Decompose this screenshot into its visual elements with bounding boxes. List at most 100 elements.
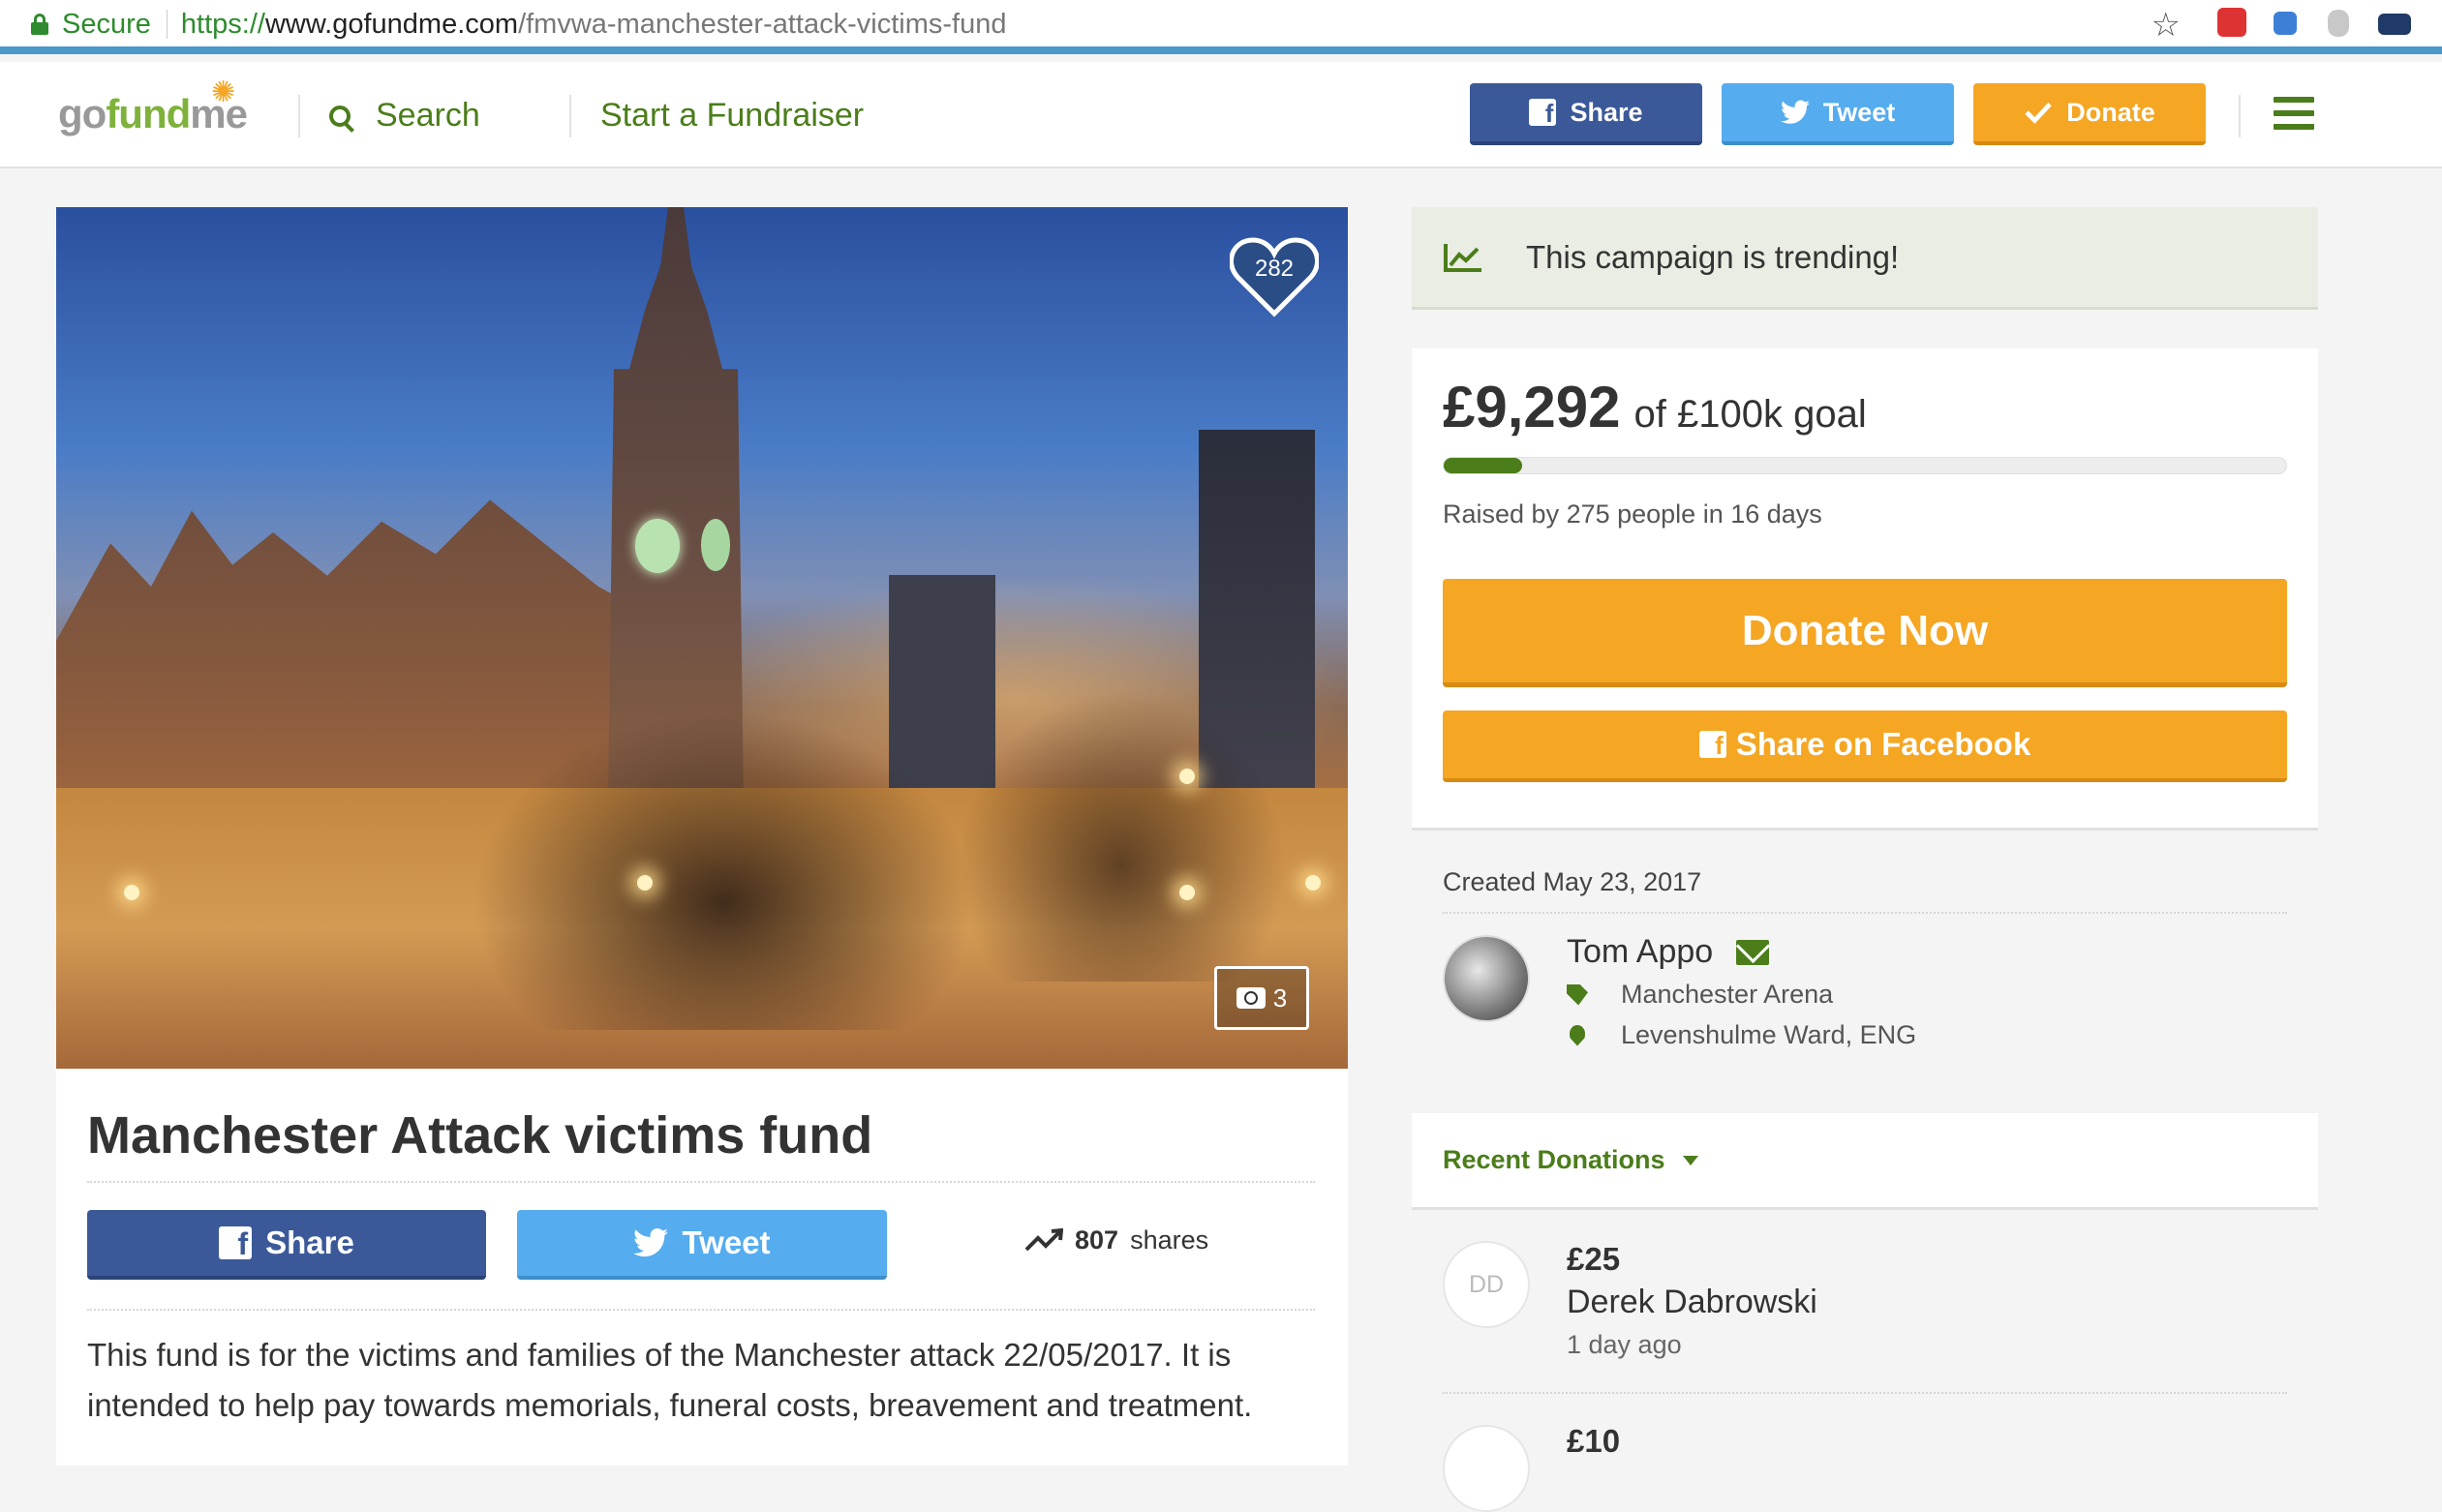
donate-label: Donate	[2066, 97, 2155, 127]
share-on-facebook-button[interactable]: f Share on Facebook	[1443, 711, 2287, 782]
trending-arrow-icon	[1024, 1227, 1063, 1251]
facebook-icon: f	[219, 1226, 253, 1259]
image-clock-face	[635, 519, 680, 573]
donation-amount: £25	[1567, 1241, 1621, 1277]
image-clock-face	[701, 519, 730, 571]
lock-icon	[31, 14, 48, 35]
donate-now-button[interactable]: Donate Now	[1443, 579, 2287, 687]
image-trees	[957, 691, 1286, 982]
secure-label: Secure	[62, 8, 151, 40]
donation-amount: £10	[1567, 1423, 1621, 1459]
progress-fill	[1444, 458, 1522, 473]
heart-count-badge[interactable]: 282	[1228, 236, 1321, 318]
share-facebook-label: Share on Facebook	[1735, 726, 2031, 762]
checkmark-icon	[2025, 102, 2052, 124]
twitter-icon	[633, 1228, 669, 1257]
organizer-location: Levenshulme Ward, ENG	[1621, 1020, 1917, 1049]
organizer-avatar[interactable]	[1443, 935, 1530, 1022]
image-lamp	[124, 885, 139, 900]
image-lamp	[637, 875, 653, 891]
photo-count: 3	[1272, 983, 1288, 1013]
shares-label: shares	[1130, 1225, 1209, 1255]
tweet-label: Tweet	[682, 1225, 771, 1260]
donation-goal-card: £9,292 of £100k goal Raised by 275 peopl…	[1412, 348, 2318, 831]
logo-part: fund	[106, 91, 191, 136]
image-trees	[473, 711, 976, 1030]
url-scheme: https://	[180, 8, 265, 40]
extension-icon[interactable]	[2328, 10, 2349, 37]
twitter-icon	[1780, 100, 1810, 124]
image-lamp	[1179, 769, 1195, 784]
logo-part: go	[58, 91, 107, 136]
extension-icon[interactable]	[2378, 14, 2411, 35]
organizer-category-row: Manchester Arena	[1567, 980, 1833, 1010]
divider	[1443, 912, 2287, 914]
campaign-title: Manchester Attack victims fund	[87, 1106, 873, 1164]
header-tweet-button[interactable]: Tweet	[1722, 83, 1954, 145]
campaign-tweet-button[interactable]: Tweet	[517, 1210, 887, 1280]
camera-icon	[1236, 987, 1266, 1009]
image-lamp	[1305, 875, 1321, 891]
divider	[1443, 1392, 2287, 1394]
donor-avatar: DD	[1443, 1241, 1530, 1328]
header-divider	[569, 95, 571, 137]
image-lamp	[1179, 885, 1195, 900]
goal-text: of £100k goal	[1633, 393, 1867, 436]
organizer-name[interactable]: Tom Appo	[1567, 933, 1713, 971]
search-icon	[329, 105, 351, 127]
tweet-label: Tweet	[1822, 97, 1896, 127]
campaign-card: 282 3 Manchester Attack victims fund f S…	[56, 207, 1348, 1466]
campaign-share-button[interactable]: f Share	[87, 1210, 486, 1280]
shares-number: 807	[1075, 1225, 1119, 1255]
bookmark-star-icon[interactable]: ☆	[2152, 6, 2181, 45]
organizer-category[interactable]: Manchester Arena	[1621, 980, 1833, 1010]
campaign-description: This fund is for the victims and familie…	[87, 1337, 1253, 1423]
raised-amount: £9,292	[1443, 375, 1621, 439]
address-divider	[166, 10, 168, 39]
extension-icon[interactable]	[2274, 12, 2297, 35]
recent-donations-header[interactable]: Recent Donations	[1412, 1113, 2318, 1210]
raised-summary: £9,292 of £100k goal	[1443, 374, 1867, 440]
trending-text: This campaign is trending!	[1526, 238, 1900, 275]
trending-banner: This campaign is trending!	[1412, 207, 2318, 310]
logo-sun-icon: ✺	[211, 76, 236, 108]
tag-icon	[1567, 983, 1588, 1006]
hamburger-menu-icon[interactable]	[2274, 97, 2314, 130]
location-pin-icon	[1570, 1024, 1585, 1046]
start-fundraiser-link[interactable]: Start a Fundraiser	[600, 97, 864, 135]
organizer-location-row: Levenshulme Ward, ENG	[1567, 1020, 1916, 1050]
header-divider	[298, 95, 300, 137]
share-label: Share	[1570, 97, 1643, 127]
address-bar[interactable]: Secure https://www.gofundme.com/fmvwa-ma…	[10, 4, 2196, 45]
search-label: Search	[376, 97, 480, 134]
created-date: Created May 23, 2017	[1443, 867, 1702, 896]
raised-by-text: Raised by 275 people in 16 days	[1443, 499, 1822, 529]
organizer-name-row: Tom Appo	[1567, 933, 1770, 971]
trending-chart-icon	[1444, 243, 1481, 272]
contact-email-icon[interactable]	[1736, 939, 1770, 965]
browser-toolbar: Secure https://www.gofundme.com/fmvwa-ma…	[0, 0, 2442, 54]
facebook-icon: f	[1529, 99, 1557, 126]
heart-count: 282	[1254, 256, 1295, 282]
header-divider	[2239, 95, 2241, 137]
progress-bar	[1443, 457, 2287, 474]
site-header: gofundme ✺ Search Start a Fundraiser f S…	[0, 62, 2442, 168]
chevron-down-icon	[1682, 1155, 1698, 1165]
share-label: Share	[265, 1225, 354, 1260]
header-share-button[interactable]: f Share	[1470, 83, 1702, 145]
search-link[interactable]: Search	[329, 97, 480, 135]
facebook-icon: f	[1698, 731, 1726, 758]
campaign-hero-image[interactable]: 282 3	[56, 207, 1348, 1069]
donation-time: 1 day ago	[1567, 1330, 1682, 1359]
url-path: /fmvwa-manchester-attack-victims-fund	[518, 8, 1007, 40]
share-count: 807 shares	[1024, 1225, 1208, 1255]
donor-name: Derek Dabrowski	[1567, 1284, 1817, 1320]
divider	[87, 1181, 1315, 1183]
recent-donations-label: Recent Donations	[1443, 1145, 1665, 1174]
photo-gallery-button[interactable]: 3	[1214, 966, 1309, 1030]
donor-avatar	[1443, 1425, 1530, 1512]
extension-icon[interactable]	[2217, 8, 2246, 37]
url-host: www.gofundme.com	[264, 8, 519, 40]
header-donate-button[interactable]: Donate	[1973, 83, 2206, 145]
divider	[87, 1309, 1315, 1311]
